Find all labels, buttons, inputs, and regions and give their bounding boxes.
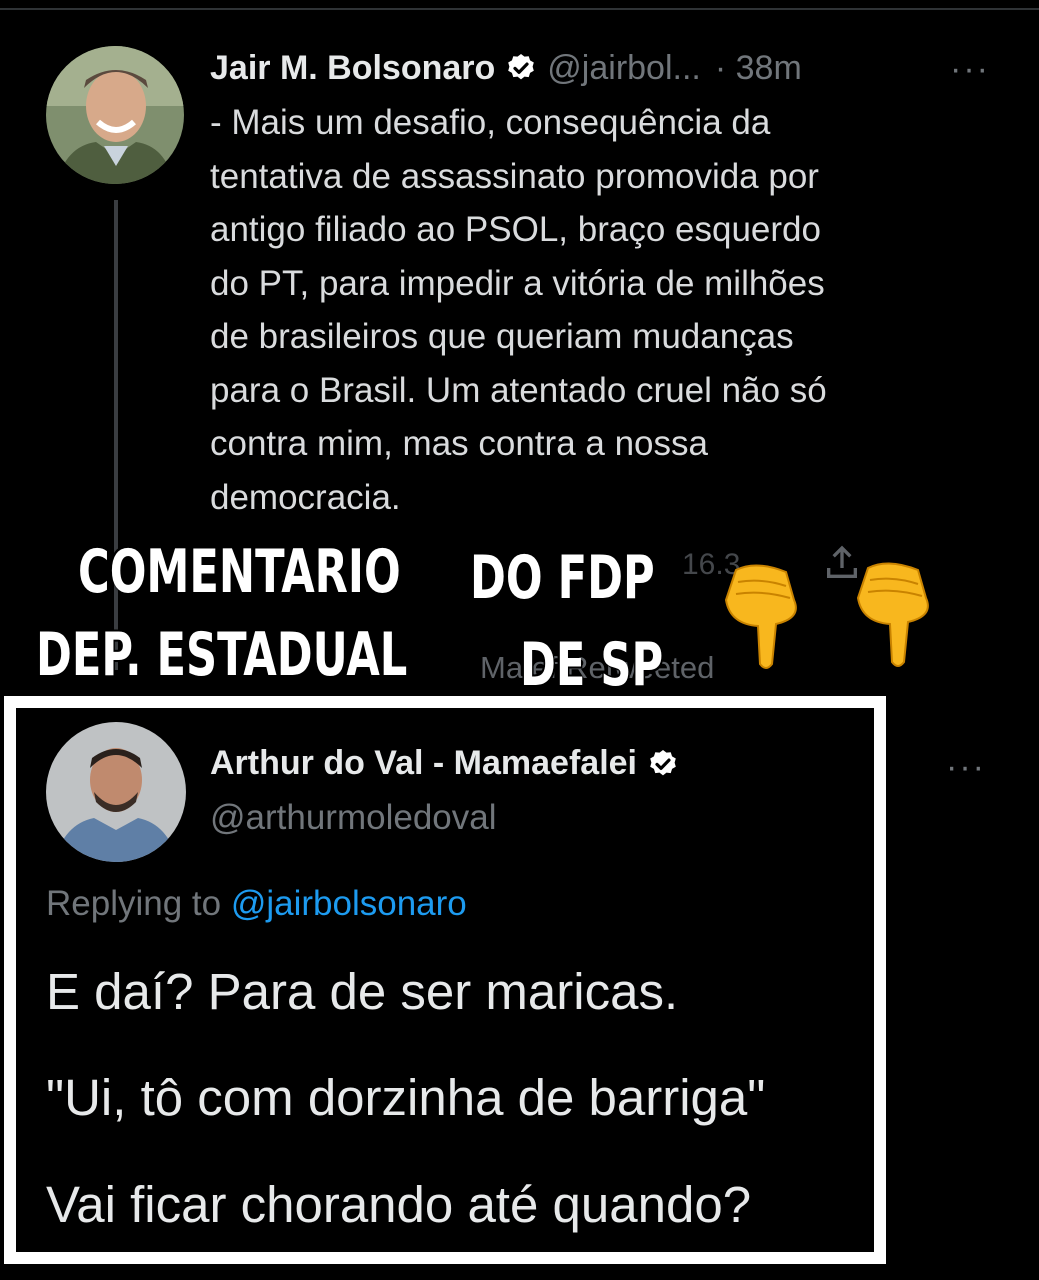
reply-author-handle[interactable]: @arthurmoledoval xyxy=(210,798,497,838)
author-handle[interactable]: @jairbol... xyxy=(547,49,701,88)
overlay-text-comentario: COMENTARIO xyxy=(78,537,401,607)
arthur-avatar[interactable] xyxy=(46,722,186,862)
more-options-icon[interactable]: ··· xyxy=(946,748,986,787)
reply-text-line-2: "Ui, tô com dorzinha de barriga" xyxy=(46,1069,766,1126)
overlay-text-do-fdp: DO FDP xyxy=(470,543,655,613)
reply-text-line-3: Vai ficar chorando até quando? xyxy=(46,1176,752,1233)
replying-to-mention[interactable]: @jairbolsonaro xyxy=(231,884,467,923)
tweet-header: Jair M. Bolsonaro @jairbol... · 38m xyxy=(210,40,802,96)
author-name[interactable]: Jair M. Bolsonaro xyxy=(210,49,495,88)
overlay-text-dep-estadual: DEP. ESTADUAL xyxy=(36,620,408,690)
reply-text-line-1: E daí? Para de ser maricas. xyxy=(46,963,679,1020)
pointing-down-hand-icon xyxy=(848,558,944,673)
tweet-time: · 38m xyxy=(714,48,802,87)
overlay-text-de-sp: DE SP xyxy=(520,630,664,700)
replying-to: Replying to @jairbolsonaro xyxy=(46,884,467,924)
verified-badge-icon xyxy=(647,748,679,780)
top-divider xyxy=(0,8,1039,10)
replying-to-label: Replying to xyxy=(46,884,231,923)
more-options-icon[interactable]: ··· xyxy=(950,50,990,89)
tweet-text: - Mais um desafio, consequência da tenta… xyxy=(210,103,827,517)
pointing-down-hand-icon xyxy=(716,560,812,675)
reply-author-name[interactable]: Arthur do Val - Mamaefalei xyxy=(210,744,637,783)
verified-badge-icon xyxy=(505,52,537,84)
reply-author-header: Arthur do Val - Mamaefalei xyxy=(210,744,689,783)
bolsonaro-avatar[interactable] xyxy=(46,46,184,184)
